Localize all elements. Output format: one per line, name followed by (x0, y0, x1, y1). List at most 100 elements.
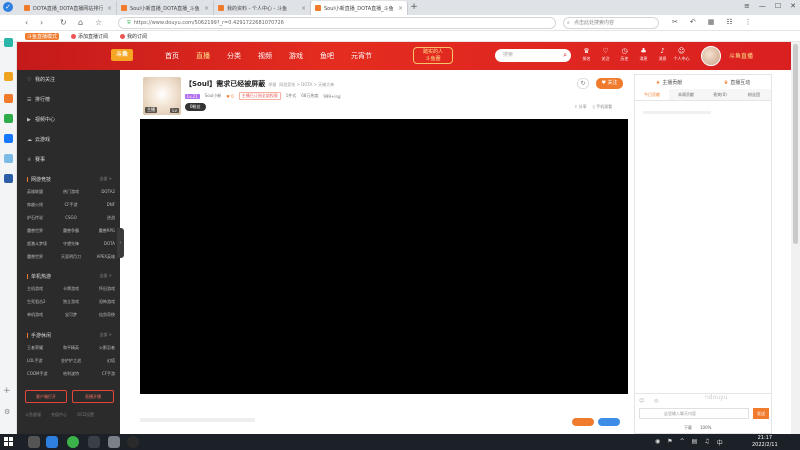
refresh-icon[interactable]: ↻ (60, 18, 67, 28)
section-more-link[interactable]: 全部 > (99, 332, 112, 338)
extensions-icon[interactable]: ☷ (726, 18, 732, 26)
category-item[interactable]: 仙剑奇侠 (86, 312, 115, 318)
menu-item-video[interactable]: ▶ 视频中心 (27, 116, 55, 123)
chevron-up-icon[interactable]: ^ (680, 438, 685, 447)
breadcrumb[interactable]: 网游竞技 > DOTA > 天梯大神 (279, 82, 334, 87)
tab-week[interactable]: 本周贡献 (669, 89, 703, 100)
nav-item-yuba[interactable]: 鱼吧 (320, 51, 334, 61)
category-item[interactable]: CF手游 (86, 371, 115, 377)
back-icon[interactable]: ‹ (25, 18, 28, 28)
section-more-link[interactable]: 全部 > (99, 273, 112, 279)
maximize-icon[interactable]: ☐ (775, 2, 781, 10)
menu-item-cloud-game[interactable]: ☁ 云游戏 (27, 136, 50, 143)
browser-search-input[interactable]: ⌕ 点击此处搜索内容 (563, 17, 659, 29)
menu-item-events[interactable]: ♕ 赛事 (27, 156, 45, 163)
sidebar-app-icon[interactable] (4, 114, 13, 123)
new-tab-icon[interactable]: + (408, 1, 420, 15)
menu-icon[interactable]: ≡ (744, 2, 750, 10)
home-icon[interactable]: ⌂ (78, 18, 83, 28)
streamer-avatar[interactable]: 主播 Lv (143, 77, 181, 115)
follow-button[interactable]: ♥ 关注 (596, 78, 623, 89)
category-item[interactable]: 金铲铲之战 (56, 358, 85, 364)
category-item[interactable]: 魔兽争霸 (56, 228, 85, 234)
settings-icon[interactable]: ⚙ (4, 408, 10, 416)
nav-item-home[interactable]: 首页 (165, 51, 179, 61)
category-item[interactable]: 热门游戏 (56, 189, 85, 195)
nav-item-games[interactable]: 游戏 (289, 51, 303, 61)
category-item[interactable]: 和平精英 (56, 345, 85, 351)
fans-pill[interactable]: 0粉丝 (185, 103, 206, 111)
sidebar-app-icon[interactable] (4, 94, 13, 103)
category-item[interactable]: 超激斗梦境 (27, 241, 56, 247)
bookmark-item[interactable]: 我的订阅 (120, 33, 147, 40)
category-item[interactable]: 宝可梦 (56, 312, 85, 318)
tab-close-icon[interactable]: × (398, 5, 403, 12)
zoom-level[interactable]: 100% (700, 425, 711, 431)
category-item[interactable]: DOTA (86, 241, 115, 247)
nav-item-festival[interactable]: 元宵节 (351, 51, 372, 61)
sidebar-app-icon[interactable] (4, 174, 13, 183)
category-item[interactable]: 独立游戏 (56, 299, 85, 305)
category-item[interactable]: CODM手游 (27, 371, 56, 377)
star-icon[interactable]: ☆ (95, 18, 102, 28)
browser-tab[interactable]: 我的资料 - 个人中心 - 斗鱼 × (214, 1, 311, 15)
category-item[interactable]: 单机游戏 (27, 312, 56, 318)
category-item[interactable]: CSGO (56, 215, 85, 221)
contribution-tab[interactable]: ★ 主播贡献 (656, 79, 683, 86)
taskbar-clock[interactable]: 21:17 2022/2/11 (752, 435, 778, 449)
send-button[interactable]: 发送 (753, 408, 769, 419)
section-more-link[interactable]: 全部 > (99, 176, 112, 182)
footer-link[interactable]: 斗鱼客服 (25, 412, 41, 418)
taskbar-app-icon[interactable] (46, 436, 58, 448)
chat-input[interactable]: 这里输入聊天内容 (639, 408, 749, 419)
header-gift-button[interactable]: ♣ 消息 (634, 46, 653, 62)
sidebar-app-icon[interactable] (4, 134, 13, 143)
header-history-button[interactable]: ◷ 历史 (615, 46, 634, 62)
header-message-button[interactable]: ♪ 消息 (653, 46, 672, 62)
browser-tab[interactable]: Soul小新直播_DOTA直播_斗鱼 × (117, 1, 214, 15)
category-item[interactable]: 怀旧游戏 (86, 286, 115, 292)
nav-item-live[interactable]: 直播 (196, 51, 210, 61)
add-icon[interactable]: + (3, 386, 11, 396)
category-item[interactable]: 生死狙击2 (27, 299, 56, 305)
promo-badge[interactable]: 踏实的人 斗鱼圈 (413, 47, 453, 64)
download-status[interactable]: 下载 (684, 425, 692, 431)
category-item[interactable]: 逆战 (86, 215, 115, 221)
gift-button[interactable] (572, 418, 594, 426)
footer-link[interactable]: 充值中心 (51, 412, 67, 418)
taskbar-app-icon[interactable] (88, 436, 100, 448)
category-item[interactable]: 魔兽RPG (86, 228, 115, 234)
category-item[interactable]: 穿越火线 (27, 202, 56, 208)
bookmark-item[interactable]: 添加直播订阅 (71, 33, 108, 40)
menu-collapse-handle[interactable]: ‹ (117, 228, 124, 258)
emoji-icon[interactable]: ☺ (639, 398, 644, 404)
task-view-icon[interactable] (28, 436, 40, 448)
taskbar-app-icon[interactable] (67, 436, 79, 448)
sidebar-app-icon[interactable] (4, 154, 13, 163)
sidebar-app-icon[interactable] (4, 38, 13, 47)
category-item[interactable]: CF手游 (56, 202, 85, 208)
category-item[interactable]: 英雄联盟 (27, 189, 56, 195)
tab-close-icon[interactable]: × (204, 5, 209, 12)
taskbar-app-icon[interactable] (127, 436, 139, 448)
category-item[interactable]: 守望先锋 (56, 241, 85, 247)
undo-icon[interactable]: ↶ (690, 18, 696, 26)
category-item[interactable]: APEX英雄 (86, 254, 115, 260)
start-stream-button[interactable]: 直播开播 (72, 390, 114, 403)
category-item[interactable]: 卡牌游戏 (56, 286, 85, 292)
interaction-tab[interactable]: ♛ 直播互动 (724, 79, 751, 86)
refresh-icon[interactable]: ↻ (577, 78, 589, 89)
category-item[interactable]: 火影忍者 (86, 345, 115, 351)
category-item[interactable]: 魔兽世界 (27, 254, 56, 260)
video-player[interactable] (140, 119, 628, 394)
streamer-name[interactable]: Soul小新 (205, 93, 222, 99)
minimize-icon[interactable]: — (759, 2, 766, 10)
category-item[interactable]: 哈利波特 (56, 371, 85, 377)
close-icon[interactable]: ✕ (790, 2, 796, 10)
header-rank-button[interactable]: ♛ 排名 (577, 46, 596, 62)
menu-item-rank[interactable]: ☰ 排行榜 (27, 96, 50, 103)
report-link[interactable]: 举报 (268, 82, 276, 87)
recharge-button[interactable] (598, 418, 620, 426)
tray-app-icon[interactable]: ⚑ (667, 438, 672, 447)
search-icon[interactable]: ⌕ (563, 49, 567, 62)
